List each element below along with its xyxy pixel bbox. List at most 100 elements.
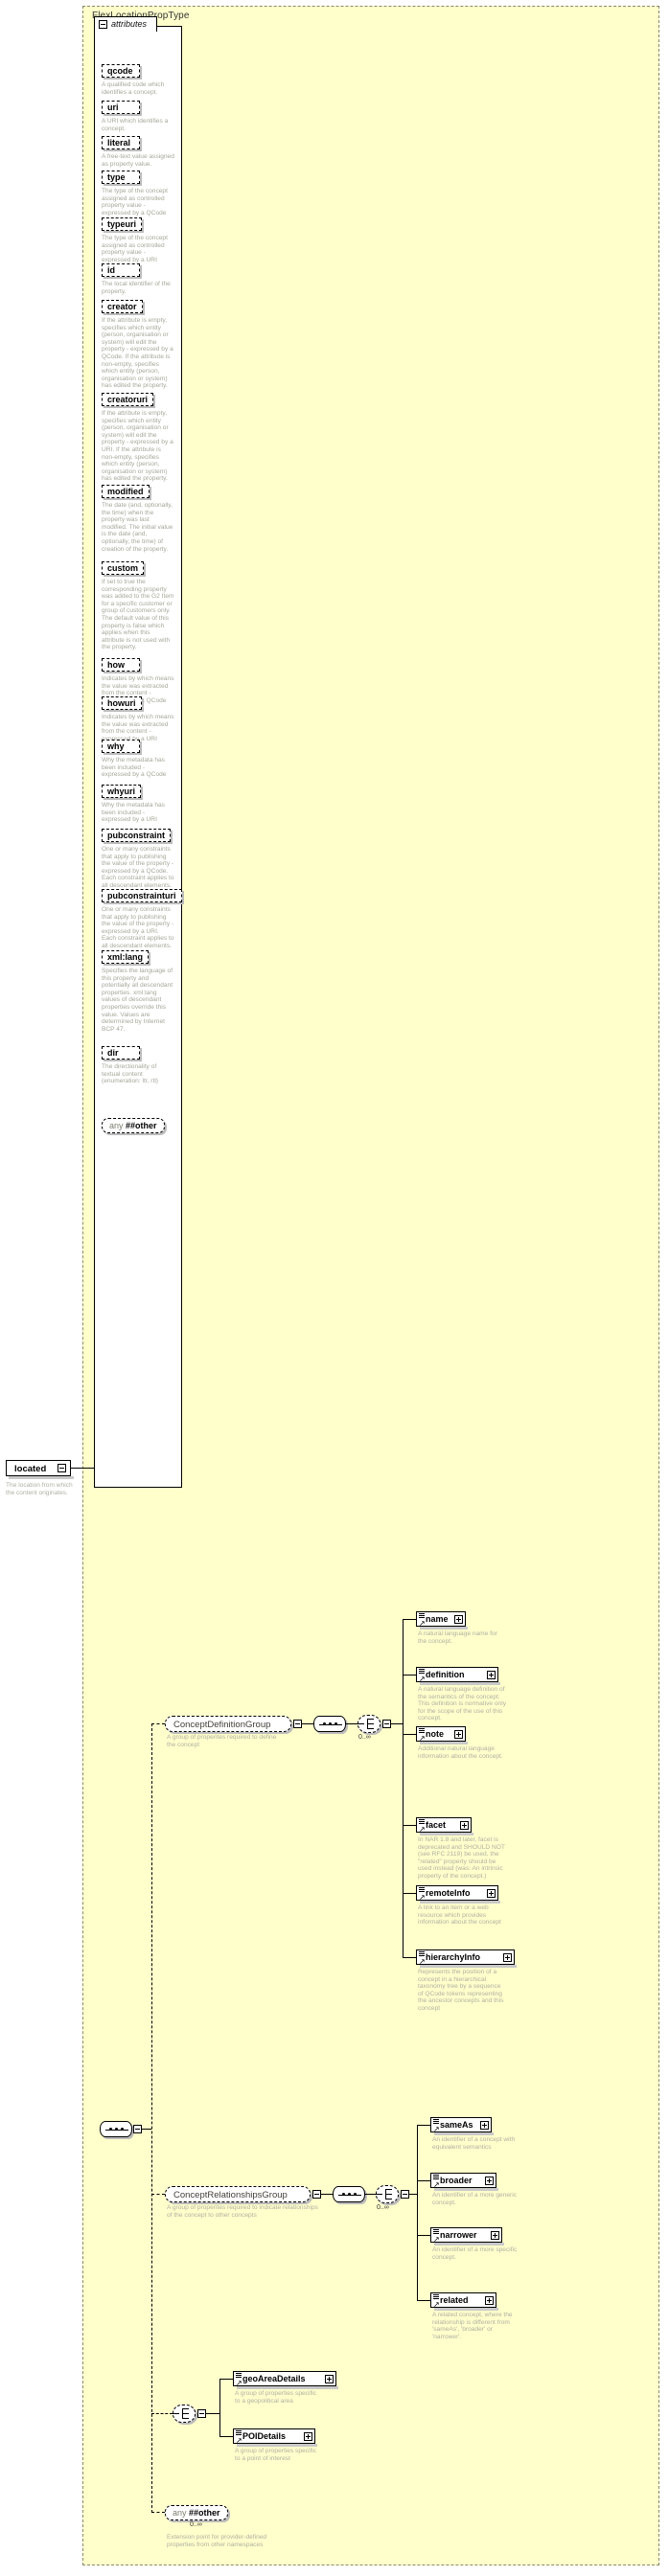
element-content-icon (236, 2373, 242, 2377)
element-remoteinfo[interactable]: ↗remoteInfo (416, 1885, 498, 1901)
attributes-any-element[interactable]: any ##other (102, 1118, 165, 1133)
attribute-item[interactable]: idThe local identifier of the property. (102, 261, 174, 295)
element-description: An identifier of a more specific concept… (432, 2246, 520, 2261)
cdg-choice-node[interactable] (358, 1715, 381, 1733)
attribute-item[interactable]: qcodeA qualified code which identifies a… (102, 61, 174, 96)
element-hierarchyinfo[interactable]: ↗hierarchyInfo (416, 1949, 515, 1965)
body-any-description: Extension point for provider-defined pro… (167, 2534, 272, 2548)
choice-icon (383, 2189, 392, 2200)
cdg-line (302, 1723, 313, 1724)
crg-stub (151, 2194, 165, 2195)
element-geoareadetails[interactable]: ↗geoAreaDetails (233, 2371, 336, 2386)
attribute-item[interactable]: typeuriThe type of the concept assigned … (102, 215, 174, 263)
element-shadow (420, 1901, 500, 1904)
collapse-located-icon[interactable] (58, 1464, 66, 1472)
attribute-item[interactable]: howuriIndicates by which means the value… (102, 694, 174, 742)
expand-element-icon[interactable] (487, 1889, 496, 1898)
element-label: related (440, 2295, 469, 2305)
attribute-item[interactable]: literalA free-text value assigned as pro… (102, 133, 174, 168)
crg-seq-line (365, 2194, 376, 2195)
element-sameas[interactable]: ↗sameAs (430, 2117, 492, 2132)
collapse-crg-choice-icon[interactable] (401, 2190, 409, 2199)
element-description: In NAR 1.8 and later, facet is deprecate… (418, 1836, 506, 1881)
group-concept-relationships[interactable]: ConceptRelationshipsGroup (165, 2186, 311, 2202)
attribute-item[interactable]: typeThe type of the concept assigned as … (102, 168, 174, 217)
attribute-name: how (102, 658, 140, 672)
expand-element-icon[interactable] (460, 1821, 469, 1830)
element-poidetails[interactable]: ↗POIDetails (233, 2428, 315, 2444)
attributes-tab[interactable]: attributes (94, 16, 157, 32)
attribute-item[interactable]: customIf set to true the corresponding p… (102, 559, 174, 651)
element-name[interactable]: ↗name (416, 1611, 466, 1627)
collapse-cdg-choice-icon[interactable] (382, 1720, 391, 1728)
expand-element-icon[interactable] (304, 2432, 312, 2441)
expand-element-icon[interactable] (485, 2177, 494, 2185)
attribute-description: A URI which identifies a concept. (102, 118, 174, 132)
element-facet[interactable]: ↗facet (416, 1817, 472, 1833)
cdg-sequence-node[interactable] (313, 1716, 346, 1732)
attribute-item[interactable]: whyuriWhy the metadata has been included… (102, 782, 174, 824)
attribute-item[interactable]: xml:langSpecifies the language of this p… (102, 947, 174, 1033)
element-narrower[interactable]: ↗narrower (430, 2227, 502, 2243)
root-spine (151, 1723, 152, 2513)
located-label: located (14, 1464, 46, 1474)
attribute-item[interactable]: modifiedThe date (and, optionally, the t… (102, 482, 174, 553)
attribute-description: The date (and, optionally, the time) whe… (102, 502, 174, 553)
details-line (206, 2413, 219, 2414)
details-choice-node[interactable] (173, 2405, 196, 2423)
attribute-description: One or many constraints that apply to pu… (102, 846, 174, 890)
element-label: hierarchyInfo (426, 1952, 480, 1962)
attribute-name: typeuri (102, 217, 142, 231)
element-shadow (420, 1833, 473, 1835)
choice-icon (365, 1719, 374, 1730)
body-any-prefix: any (173, 2508, 187, 2518)
expand-element-icon[interactable] (491, 2231, 499, 2240)
element-label: sameAs (440, 2120, 473, 2130)
expand-element-icon[interactable] (454, 1730, 463, 1739)
element-definition[interactable]: ↗definition (416, 1667, 498, 1682)
attribute-description: If the attribute is empty, specifies whi… (102, 317, 174, 390)
attribute-item[interactable]: pubconstraint One or many constraints tha… (102, 826, 174, 890)
attribute-item[interactable]: creatorIf the attribute is empty, specif… (102, 297, 174, 390)
attribute-item[interactable]: whyWhy the metadata has been included - … (102, 737, 174, 779)
element-shadow (434, 2308, 498, 2311)
element-broader[interactable]: ↗broader (430, 2173, 496, 2188)
element-related[interactable]: ↗related (430, 2292, 496, 2308)
attribute-item[interactable]: dirThe directionality of textual content… (102, 1043, 174, 1085)
attribute-item[interactable]: uri A URI which identifies a concept. (102, 98, 174, 132)
expand-element-icon[interactable] (487, 1671, 496, 1679)
crg-children-spine (417, 2125, 418, 2300)
collapse-crg-icon[interactable] (312, 2190, 321, 2199)
expand-element-icon[interactable] (485, 2296, 494, 2305)
crg-cardinality: 0..∞ (377, 2204, 389, 2211)
crg-choice-node[interactable] (376, 2185, 399, 2203)
element-content-icon (433, 2175, 439, 2178)
root-sequence-node[interactable] (100, 2121, 132, 2137)
element-note[interactable]: ↗note (416, 1726, 466, 1742)
element-shadow (434, 2243, 504, 2245)
body-any-element[interactable]: any ##other (165, 2505, 228, 2520)
child-connector (417, 2235, 430, 2236)
attribute-item[interactable]: pubconstrainturiOne or many constraints … (102, 886, 182, 950)
cdg-choice-line (391, 1723, 403, 1724)
expand-element-icon[interactable] (480, 2121, 489, 2130)
collapse-details-choice-icon[interactable] (197, 2409, 206, 2418)
attribute-item[interactable]: creatoruriIf the attribute is empty, spe… (102, 390, 174, 483)
attribute-name: pubconstraint (102, 829, 171, 842)
collapse-attributes-icon[interactable] (99, 20, 107, 29)
element-ref-arrow-icon: ↗ (419, 1621, 425, 1627)
attribute-name: xml:lang (102, 950, 149, 964)
attribute-name: uri (102, 101, 140, 114)
child-connector (219, 2379, 233, 2380)
crg-line (321, 2194, 333, 2195)
collapse-cdg-icon[interactable] (293, 1720, 302, 1728)
element-shadow (434, 2188, 498, 2191)
attribute-description: One or many constraints that apply to pu… (102, 906, 174, 950)
crg-sequence-node[interactable] (333, 2186, 365, 2202)
element-description: A related concept, where the relationshi… (432, 2312, 520, 2340)
expand-element-icon[interactable] (454, 1615, 463, 1624)
group-concept-definition[interactable]: ConceptDefinitionGroup (165, 1716, 291, 1732)
expand-element-icon[interactable] (325, 2375, 334, 2383)
collapse-root-sequence-icon[interactable] (133, 2125, 142, 2133)
expand-element-icon[interactable] (503, 1953, 512, 1962)
